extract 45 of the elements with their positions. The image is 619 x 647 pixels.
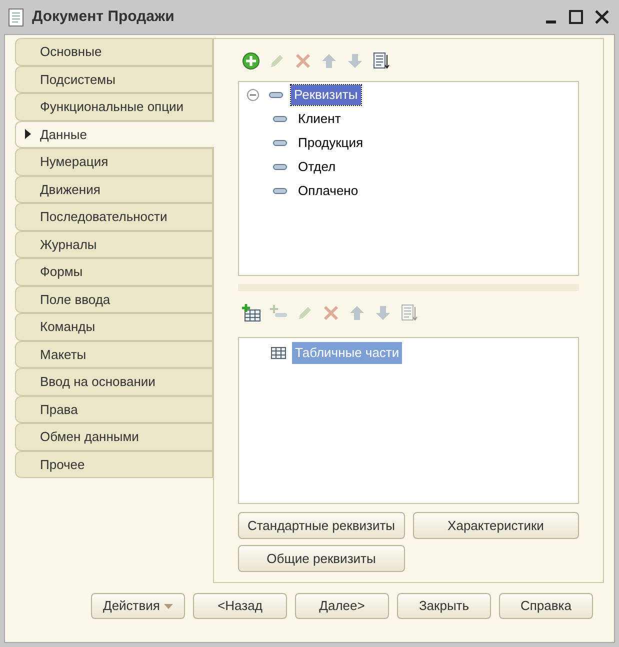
side-tab[interactable]: Подсистемы [15,66,213,93]
side-tab[interactable]: Обмен данными [15,423,213,450]
attribute-icon [273,188,287,194]
side-tab[interactable]: Данные [15,120,214,148]
side-tab[interactable]: Команды [15,313,213,340]
footer-button[interactable]: <Назад [193,593,287,619]
list-icon[interactable] [372,52,390,70]
side-tab[interactable]: Нумерация [15,148,213,176]
tree-item[interactable]: Отдел [295,157,339,177]
side-tab[interactable]: Журналы [15,230,213,258]
add-icon[interactable] [242,52,260,70]
close-icon[interactable] [595,10,609,24]
panel-button[interactable]: Общие реквизиты [238,545,404,572]
panel-button[interactable]: Характеристики [412,512,579,539]
attribute-icon [273,140,287,146]
footer-button[interactable]: Далее> [295,593,389,619]
footer-button[interactable]: Справка [499,593,593,619]
add-table-icon[interactable] [242,304,262,322]
document-icon [8,8,24,26]
tree-item[interactable]: Клиент [295,109,344,129]
side-tab[interactable]: Макеты [15,340,213,368]
side-tab[interactable]: Поле ввода [15,286,213,313]
triangle-icon [25,129,31,140]
side-tab[interactable]: Функциональные опции [15,93,213,120]
caret-icon [164,604,173,608]
tree-item[interactable]: Оплачено [295,181,362,201]
panel-button[interactable]: Стандартные реквизиты [238,512,404,539]
tree-item[interactable]: Реквизиты [291,85,361,105]
tree-item[interactable]: Продукция [295,133,366,153]
attribute-icon [273,164,287,170]
side-tab[interactable]: Формы [15,258,213,286]
side-tab[interactable]: Основные [15,38,213,66]
side-tab[interactable]: Прочее [15,450,213,478]
collapse-toggle[interactable] [247,89,259,101]
actions-dropdown[interactable]: Действия [91,593,185,619]
table-icon [271,347,286,359]
maximize-icon[interactable] [569,10,583,24]
window-title: Документ Продажи [32,6,176,27]
attribute-icon [269,92,283,98]
side-tab[interactable]: Права [15,396,213,423]
side-tab[interactable]: Последовательности [15,203,213,230]
side-tab[interactable]: Ввод на основании [15,368,213,396]
attribute-icon [273,116,287,122]
footer-button[interactable]: Закрыть [397,593,491,619]
side-tab[interactable]: Движения [15,176,213,203]
